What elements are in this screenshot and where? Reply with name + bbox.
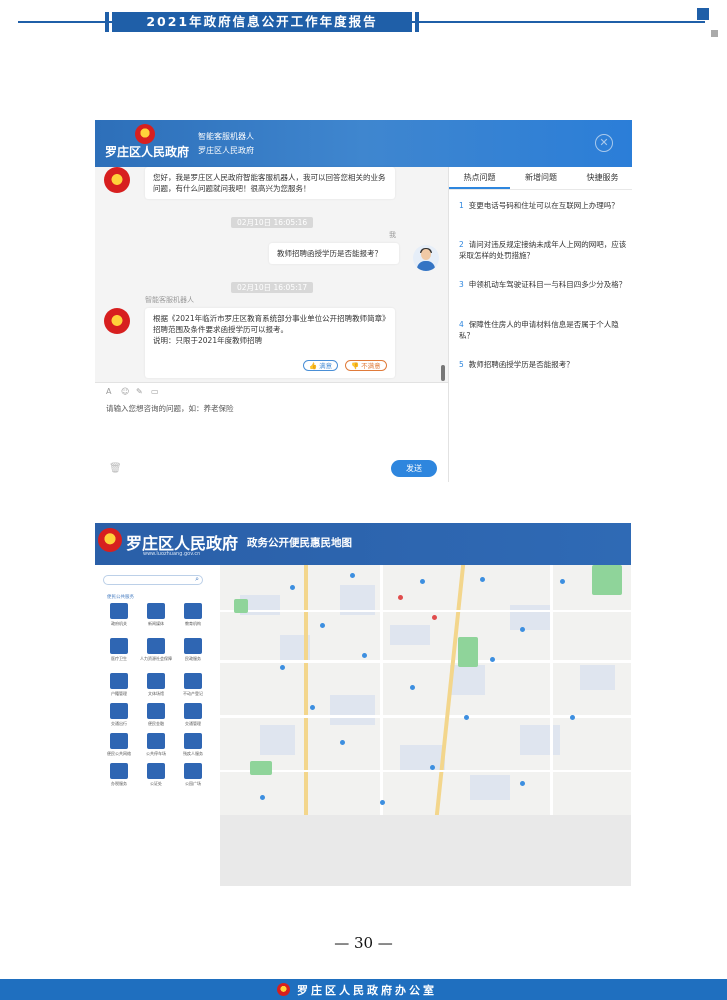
category-item[interactable]: 户籍管理 [99,673,139,696]
category-item[interactable]: 便民金融 [136,703,176,726]
category-item[interactable]: 便民公共网络 [99,733,139,756]
category-panel: ⌕ 便民公共服务 政府机关 新闻媒体 教育机构 医疗卫生 人力资源社会保障 民政… [95,565,220,886]
satisfied-button[interactable]: 👍 满意 [303,360,339,371]
robot-name: 智能客服机器人 [198,132,254,141]
robot-chat-screenshot: 罗庄区人民政府 智能客服机器人 罗庄区人民政府 ✕ 您好，我是罗庄区人民政府智能… [95,120,632,482]
question-input[interactable]: 请输入您想咨询的问题，如：养老保险 [106,403,234,414]
comment-icon[interactable]: ▭ [151,387,159,396]
category-item[interactable]: 交通出行 [99,703,139,726]
user-label: 我 [389,231,396,239]
emoji-icon[interactable]: ☺ [121,387,129,396]
finance-icon [147,703,165,719]
category-item[interactable]: 办税服务 [99,763,139,786]
input-area: A ☺ ✎ ▭ 请输入您想咨询的问题，如：养老保险 🗑 发送 [95,382,448,482]
timestamp: 02月10日 16:05:16 [231,217,314,228]
medical-icon [110,638,128,654]
gov-logo-text: 罗庄区人民政府 [105,145,190,159]
category-item[interactable]: 公共停车场 [136,733,176,756]
map-canvas[interactable] [220,565,631,815]
category-item[interactable]: 文体场馆 [136,673,176,696]
chat-scrollbar[interactable] [441,365,445,381]
national-emblem-icon [135,124,155,144]
robot-avatar-icon [104,308,130,334]
news-icon [147,603,165,619]
category-item[interactable]: 医疗卫生 [99,638,139,661]
footer-office: 罗庄区人民政府办公室 [297,984,437,997]
tax-icon [110,763,128,779]
faq-item[interactable]: 5 教师招聘函授学历是否能报考？ [459,359,627,370]
building-icon [110,603,128,619]
parking-icon [147,733,165,749]
graduation-icon [184,603,202,619]
map-bottom-panel [220,815,631,886]
tab-new-questions[interactable]: 新增问题 [510,167,572,189]
edit-icon[interactable]: ✎ [136,387,143,396]
map-search-input[interactable]: ⌕ [103,575,203,585]
category-item[interactable]: 残疾人服务 [173,733,213,756]
welcome-bubble: 您好，我是罗庄区人民政府智能客服机器人，我可以回答您相关的业务问题，有什么问题就… [145,167,395,199]
report-title: 2021年政府信息公开工作年度报告 [105,12,419,32]
gov-url: www.luozhuang.gov.cn [143,551,201,557]
faq-item[interactable]: 4 保障性住房人的申请材料信息是否属于个人隐私？ [459,319,627,341]
trash-icon[interactable]: 🗑 [109,463,122,474]
faq-item[interactable]: 1 变更电话号码和住址可以在互联网上办理吗？ [459,200,627,211]
notary-icon [147,763,165,779]
user-question-bubble: 教师招聘函授学历是否能报考？ [269,243,399,264]
category-item[interactable]: 公证处 [136,763,176,786]
robot-header: 罗庄区人民政府 智能客服机器人 罗庄区人民政府 ✕ [95,120,632,167]
bus-icon [110,703,128,719]
robot-label: 智能客服机器人 [145,296,194,304]
faq-item[interactable]: 3 申领机动车驾驶证科目一与科目四多少分及格？ [459,279,627,290]
category-item[interactable]: 人力资源社会保障 [136,638,176,661]
user-avatar-icon [413,245,439,271]
wheelchair-icon [184,733,202,749]
robot-org: 罗庄区人民政府 [198,146,254,155]
category-item[interactable]: 民政服务 [173,638,213,661]
category-item[interactable]: 新闻媒体 [136,603,176,626]
font-icon[interactable]: A [106,387,111,396]
faq-item[interactable]: 2 请问对违反规定接纳未成年人上网的网吧，应该采取怎样的处罚措施？ [459,239,627,261]
hr-icon [147,638,165,654]
civil-icon [184,638,202,654]
header-square-blue [697,8,709,20]
close-icon[interactable]: ✕ [595,134,613,152]
network-icon [110,733,128,749]
category-item[interactable]: 不动产登记 [173,673,213,696]
category-item[interactable]: 政府机关 [99,603,139,626]
national-emblem-icon [277,983,290,996]
send-button[interactable]: 发送 [391,460,437,477]
category-heading: 便民公共服务 [107,595,134,600]
service-map-screenshot: 罗庄区人民政府 www.luozhuang.gov.cn 政务公开便民惠民地图 … [95,523,631,886]
map-title: 政务公开便民惠民地图 [247,537,352,549]
search-icon[interactable]: ⌕ [195,575,199,584]
national-emblem-icon [98,528,122,552]
realestate-icon [184,673,202,689]
tab-quick-service[interactable]: 快捷服务 [572,167,632,189]
unsatisfied-button[interactable]: 👎 不满意 [345,360,387,371]
timestamp: 02月10日 16:05:17 [231,282,314,293]
footer-bar: 罗庄区人民政府办公室 [0,979,727,1000]
chat-area: 您好，我是罗庄区人民政府智能客服机器人，我可以回答您相关的业务问题，有什么问题就… [95,167,448,382]
traffic-light-icon [184,703,202,719]
page-number: — 30 — [334,934,393,952]
category-item[interactable]: 交通管理 [173,703,213,726]
tabs-divider [449,189,632,190]
sports-icon [147,673,165,689]
robot-avatar-icon [104,167,130,193]
header-square-gray [711,30,718,37]
tab-hot-questions[interactable]: 热点问题 [449,167,510,189]
category-item[interactable]: 教育机构 [173,603,213,626]
park-icon [184,763,202,779]
household-icon [110,673,128,689]
faq-panel: 热点问题 新增问题 快捷服务 1 变更电话号码和住址可以在互联网上办理吗？ 2 请问… [448,167,632,482]
category-item[interactable]: 公园广场 [173,763,213,786]
map-header: 罗庄区人民政府 www.luozhuang.gov.cn 政务公开便民惠民地图 [95,523,631,565]
